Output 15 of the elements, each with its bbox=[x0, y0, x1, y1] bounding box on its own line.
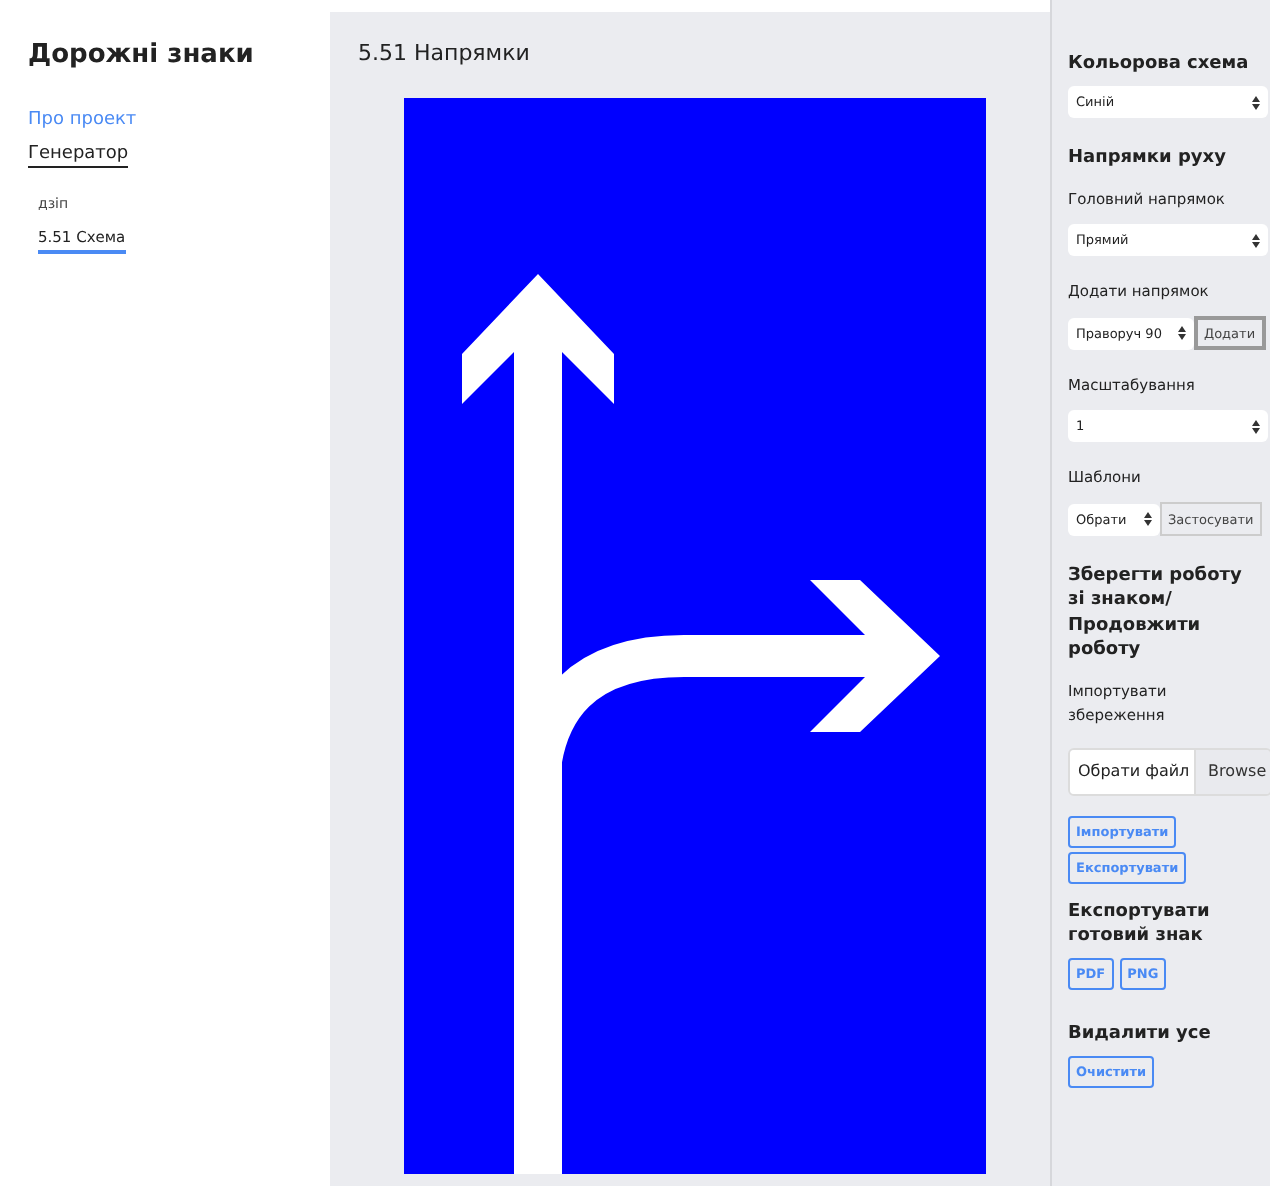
section-heading: Експортувати готовий знак bbox=[1068, 899, 1212, 949]
page-title: 5.51 Напрямки bbox=[358, 40, 532, 66]
sort-caret-icon bbox=[1178, 326, 1186, 341]
section-heading: Зберегти роботу зі знаком/ Продовжити роботу bbox=[1068, 564, 1244, 662]
section-heading: Напрямки руху bbox=[1068, 146, 1226, 171]
sort-caret-icon bbox=[1252, 95, 1260, 110]
nav-link[interactable]: Генератор bbox=[28, 144, 129, 168]
nav-link[interactable]: Про проект bbox=[28, 110, 137, 132]
sort-caret-icon bbox=[1252, 419, 1260, 434]
file-field[interactable]: Обрати файл Browse bbox=[1068, 747, 1270, 796]
sort-caret-icon bbox=[1144, 512, 1152, 527]
site-title: Дорожні знаки bbox=[28, 40, 254, 70]
sort-caret-icon bbox=[1252, 233, 1260, 248]
section-heading: Кольорова схема bbox=[1068, 52, 1249, 77]
section-heading: Видалити усе bbox=[1068, 1022, 1211, 1047]
